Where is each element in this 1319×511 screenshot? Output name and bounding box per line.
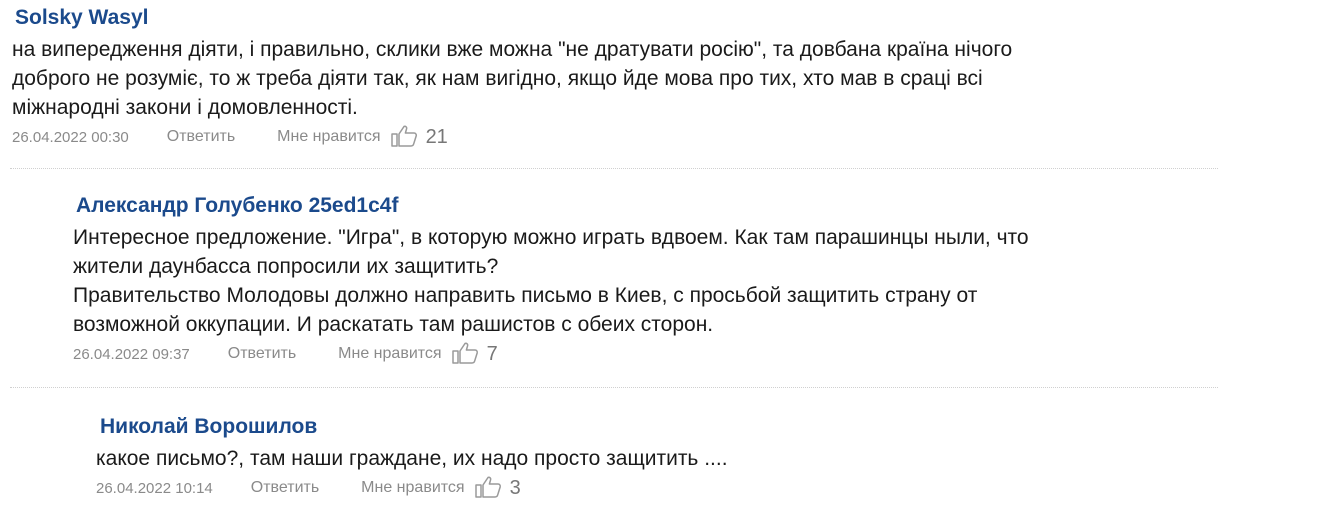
like-count: 3 (509, 476, 521, 499)
comment-divider (10, 168, 1218, 169)
comment-text: какое письмо?, там наши граждане, их над… (96, 444, 1246, 473)
comment-text-line: жители даунбасса попросили их защитить? (73, 255, 499, 278)
comment-meta: 26.04.2022 09:37 Ответить Мне нравится 7 (73, 341, 1253, 367)
comment-text-line: доброго не розуміє, то ж треба діяти так… (12, 67, 983, 90)
comment-text-line: на випередження діяти, і правильно, скли… (12, 38, 1013, 61)
comment-text: Интересное предложение. "Игра", в котору… (73, 223, 1253, 339)
comment-date: 26.04.2022 00:30 (12, 128, 129, 146)
thumbs-up-icon[interactable] (390, 124, 418, 148)
thumbs-up-icon[interactable] (451, 341, 479, 365)
comment-text: на випередження діяти, і правильно, скли… (12, 35, 1252, 122)
like-link[interactable]: Мне нравится (277, 128, 380, 146)
comment-text-line: міжнародні закони і домовленності. (12, 96, 358, 119)
comment-text-line: Интересное предложение. "Игра", в котору… (73, 226, 1029, 249)
comment-text-line: какое письмо?, там наши граждане, их над… (96, 447, 728, 470)
comment-author-link[interactable]: Николай Ворошилов (100, 415, 1246, 439)
reply-link[interactable]: Ответить (228, 345, 296, 363)
comment-meta: 26.04.2022 00:30 Ответить Мне нравится 2… (12, 124, 1252, 150)
comment-text-line: Правительство Молодовы должно направить … (73, 284, 978, 307)
comment-thread: Solsky Wasyl на випередження діяти, і пр… (0, 0, 1319, 511)
comment-author-link[interactable]: Александр Голубенко 25ed1c4f (76, 194, 1253, 218)
like-link[interactable]: Мне нравится (361, 479, 464, 497)
comment: Solsky Wasyl на випередження діяти, і пр… (12, 6, 1252, 150)
comment-divider (10, 387, 1218, 388)
reply-link[interactable]: Ответить (251, 479, 319, 497)
comment-meta: 26.04.2022 10:14 Ответить Мне нравится 3 (96, 475, 1246, 501)
comment-date: 26.04.2022 10:14 (96, 479, 213, 497)
reply-link[interactable]: Ответить (167, 128, 235, 146)
comment-author-link[interactable]: Solsky Wasyl (15, 6, 1252, 30)
comment-date: 26.04.2022 09:37 (73, 345, 190, 363)
like-count: 7 (486, 342, 498, 365)
like-count: 21 (425, 125, 448, 148)
comment-text-line: возможной оккупации. И раскатать там раш… (73, 313, 714, 336)
thumbs-up-icon[interactable] (474, 475, 502, 499)
comment: Николай Ворошилов какое письмо?, там наш… (96, 415, 1246, 501)
comment: Александр Голубенко 25ed1c4f Интересное … (73, 194, 1253, 367)
like-link[interactable]: Мне нравится (338, 345, 441, 363)
